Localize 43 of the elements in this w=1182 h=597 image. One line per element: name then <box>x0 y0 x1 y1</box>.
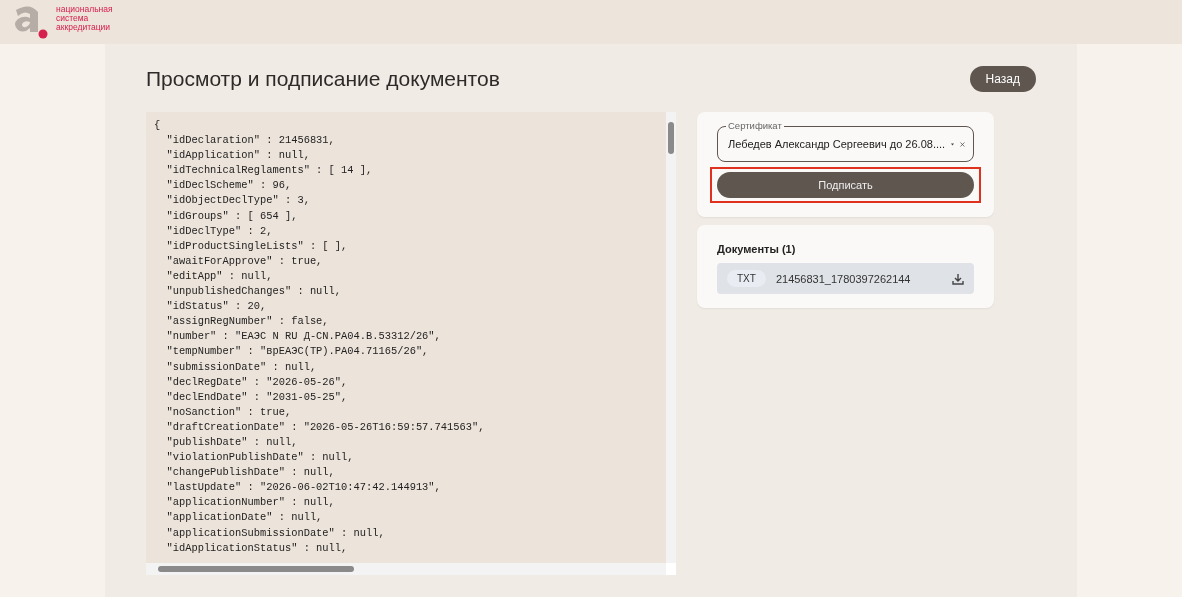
code-line: "idTechnicalReglaments" : [ 14 ], <box>165 163 374 179</box>
scrollbar-thumb[interactable] <box>158 566 354 572</box>
code-line: "applicationNumber" : null, <box>165 495 336 511</box>
code-line: "number" : "ЕАЭС N RU Д-CN.РА04.В.53312/26", <box>165 329 442 345</box>
code-line: "applicationDate" : null, <box>165 510 324 526</box>
code-line: "unpublishedChanges" : null, <box>165 284 343 300</box>
code-line: "idObjectDeclType" : 3, <box>165 193 311 209</box>
select-value: Лебедев Александр Сергеевич до 26.08.... <box>728 138 946 150</box>
code-line: "draftCreationDate" : "2026-05-26T16:59:57.741563", <box>165 419 486 435</box>
code-line: { <box>154 118 162 133</box>
document-item[interactable]: TXT 21456831_1780397262144 <box>717 263 974 294</box>
code-line: "idStatus" : 20, <box>165 299 268 315</box>
code-line: "lastUpdate" : "2026-06-02T10:47:42.144913", <box>165 480 442 496</box>
documents-title: Документы (1) <box>717 243 797 255</box>
code-line: "editApp" : null, <box>165 268 274 284</box>
code-line: "idDeclScheme" : 96, <box>165 178 293 194</box>
code-line: "idProductSingleLists" : [ ], <box>165 238 349 254</box>
logo-text: национальная система аккредитации <box>56 4 114 32</box>
code-line: "noSanction" : true, <box>165 404 293 420</box>
code-line: "changePublishDate" : null, <box>165 465 336 481</box>
code-line: "awaitForApprove" : true, <box>165 253 324 269</box>
code-line: "idDeclaration" : 21456831, <box>165 133 336 149</box>
code-line: "idDeclType" : 2, <box>165 223 274 239</box>
caret-icon <box>951 141 955 147</box>
field-label: Сертификат <box>726 120 784 131</box>
file-type-tag: TXT <box>727 270 766 287</box>
code-line: "declRegDate" : "2026-05-26", <box>165 374 349 390</box>
code-line: "idGroups" : [ 654 ], <box>165 208 299 224</box>
code-line: "tempNumber" : "врЕАЭС(ТР).РА04.71165/26", <box>165 344 430 360</box>
code-line: "idApplication" : null, <box>165 148 311 164</box>
page-title: Просмотр и подписание документов <box>146 67 500 91</box>
code-line: "declEndDate" : "2031-05-25", <box>165 389 349 405</box>
code-line: "idApplicationStatus" : null, <box>165 540 349 556</box>
code-line: "submissionDate" : null, <box>165 359 318 375</box>
sign-button[interactable]: Подписать <box>717 172 974 198</box>
code-line: "violationPublishDate" : null, <box>165 450 355 466</box>
code-line: "assignRegNumber" : false, <box>165 314 330 330</box>
code-line: "publishDate" : null, <box>165 434 299 450</box>
download-icon[interactable] <box>952 272 964 285</box>
back-button[interactable]: Назад <box>969 66 1036 92</box>
file-name: 21456831_1780397262144 <box>775 272 912 285</box>
code-line: "applicationSubmissionDate" : null, <box>165 525 386 541</box>
scrollbar-thumb[interactable] <box>668 122 674 154</box>
